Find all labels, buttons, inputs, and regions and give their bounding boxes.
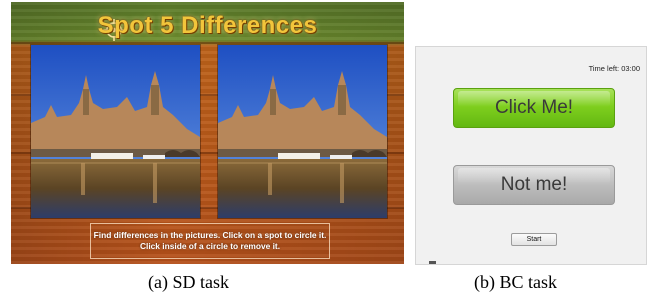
- click-me-label: Click Me!: [494, 97, 574, 118]
- city-photo-right: [218, 45, 387, 218]
- city-photo-left: [31, 45, 200, 218]
- spot-differences-game: Spot 5 Differences Find differences in t…: [11, 2, 404, 264]
- not-me-label: Not me!: [500, 174, 568, 195]
- button-click-task: Time left: 03:00 Click Me! Not me! Start: [415, 46, 647, 265]
- caption-sd-task: (a) SD task: [148, 272, 229, 292]
- game-title: Spot 5 Differences: [97, 12, 318, 39]
- start-button[interactable]: Start: [511, 233, 557, 246]
- caption-bc-task: (b) BC task: [474, 272, 557, 292]
- not-me-button[interactable]: Not me!: [453, 165, 615, 205]
- right-picture[interactable]: [218, 45, 387, 218]
- left-picture[interactable]: [31, 45, 200, 218]
- time-left-label: Time left: 03:00: [588, 64, 640, 73]
- instructions-text: Find differences in the pictures. Click …: [90, 223, 330, 259]
- click-me-button[interactable]: Click Me!: [453, 88, 615, 128]
- corner-mark: [429, 261, 436, 264]
